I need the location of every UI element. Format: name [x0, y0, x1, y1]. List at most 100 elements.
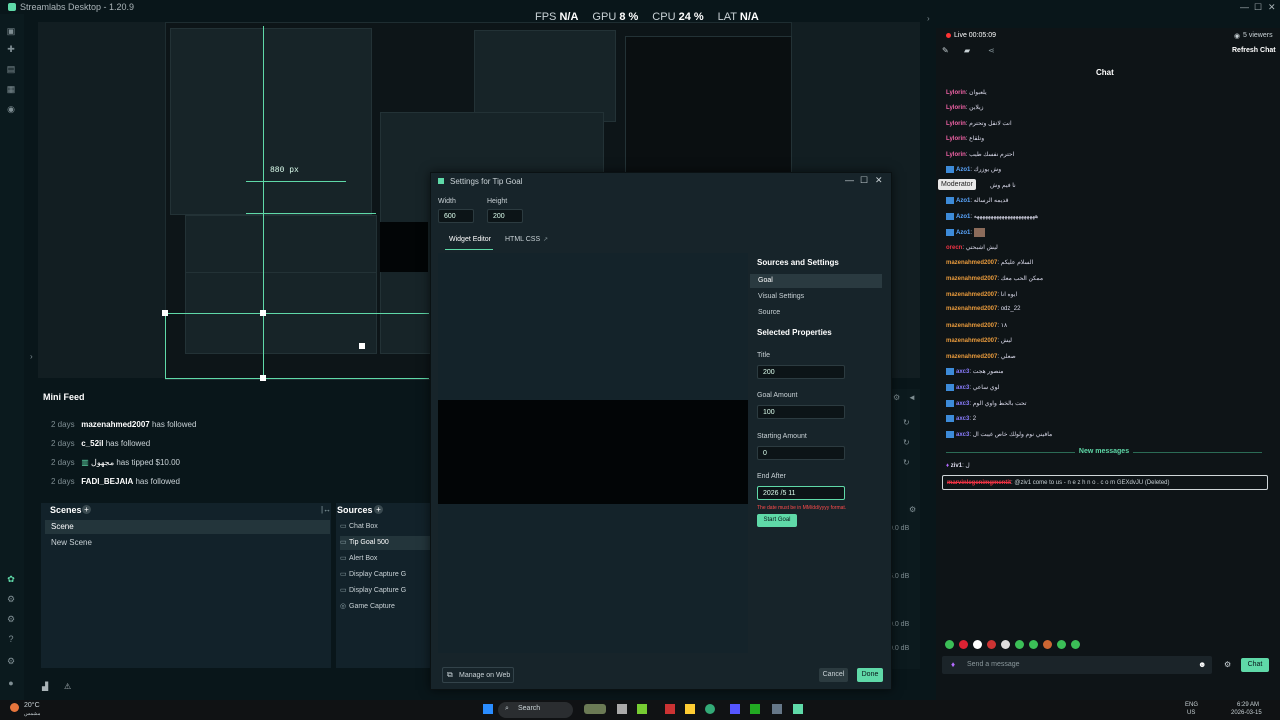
height-input[interactable]: 200 — [487, 209, 523, 223]
moderator-badge-icon[interactable] — [946, 400, 954, 407]
chat-user[interactable]: mazenahmed2007 — [946, 292, 997, 298]
emote-icon[interactable] — [945, 640, 954, 649]
chat-user[interactable]: Azo1 — [956, 167, 970, 173]
moderator-badge-icon[interactable] — [946, 166, 954, 173]
chat-user[interactable]: axc3 — [956, 385, 969, 391]
moderator-badge-icon[interactable] — [946, 197, 954, 204]
mixer-gear-icon[interactable]: ⚙ — [909, 505, 916, 514]
settings-icon[interactable]: ⚙ — [6, 656, 16, 666]
speaker-icon[interactable]: ◄ — [908, 393, 916, 402]
width-input[interactable]: 600 — [438, 209, 474, 223]
language-indicator[interactable]: ENG — [1185, 702, 1198, 708]
resize-handle[interactable] — [260, 310, 266, 316]
end-after-date-field[interactable]: 2026 /5 11 — [757, 486, 845, 500]
resize-handle[interactable] — [260, 375, 266, 381]
editor-icon[interactable]: ▣ — [6, 26, 16, 36]
taskbar-app-icon[interactable] — [772, 704, 782, 714]
chat-user[interactable]: mazenahmed2007 — [946, 276, 997, 282]
chat-settings-icon[interactable]: ⚙ — [1224, 660, 1231, 669]
chat-user[interactable]: Lylorin — [946, 121, 966, 127]
edit-icon[interactable]: ✎ — [942, 46, 949, 55]
collapse-scenes-icon[interactable]: |↔ — [321, 505, 331, 514]
reset-icon[interactable]: ↻ — [903, 458, 910, 467]
record-icon[interactable]: ⚙ — [6, 614, 16, 624]
minimize-button[interactable]: — — [1240, 2, 1249, 12]
clock-time[interactable]: 6:29 AM — [1237, 702, 1259, 708]
reset-icon[interactable]: ↻ — [903, 418, 910, 427]
source-item[interactable]: ▭ Display Capture G — [340, 568, 430, 582]
emote-icon[interactable] — [1071, 640, 1080, 649]
studio-mode-icon[interactable]: ✿ — [6, 574, 16, 584]
source-item[interactable]: ▭ Alert Box — [340, 552, 430, 566]
apps-icon[interactable]: ◉ — [6, 104, 16, 114]
chat-user[interactable]: axc3 — [956, 416, 969, 422]
taskbar-app-icon[interactable] — [584, 704, 606, 714]
maximize-button[interactable]: ☐ — [1254, 2, 1262, 13]
chat-user[interactable]: axc3 — [956, 432, 969, 438]
windows-start-icon[interactable] — [483, 704, 493, 714]
done-button[interactable]: Done — [857, 668, 883, 682]
warning-icon[interactable]: ⚠ — [64, 682, 71, 691]
resize-handle[interactable] — [359, 343, 365, 349]
goal-amount-field[interactable]: 100 — [757, 405, 845, 419]
tab-widget-editor[interactable]: Widget Editor — [449, 236, 491, 243]
chat-user[interactable]: ziv1 — [951, 463, 962, 469]
share-icon[interactable]: ⋖ — [988, 46, 995, 55]
add-scene-icon[interactable]: + — [82, 505, 91, 514]
chat-user[interactable]: Azo1 — [956, 198, 970, 204]
scene-item[interactable]: New Scene — [45, 536, 330, 550]
moderator-badge-icon[interactable] — [946, 384, 954, 391]
dialog-minimize-button[interactable]: — — [845, 175, 854, 185]
taskbar-app-icon[interactable] — [617, 704, 627, 714]
chat-user[interactable]: Lylorin — [946, 90, 966, 96]
chat-user[interactable]: mazenahmed2007 — [946, 354, 997, 360]
layout-icon[interactable]: ▦ — [6, 84, 16, 94]
taskbar-app-icon[interactable] — [705, 704, 715, 714]
moderator-badge-icon[interactable] — [946, 213, 954, 220]
popout-icon[interactable]: ▰ — [964, 46, 970, 55]
dialog-maximize-button[interactable]: ☐ — [860, 175, 868, 186]
emote-icon[interactable] — [1043, 640, 1052, 649]
moderator-badge-icon[interactable] — [946, 368, 954, 375]
emote-icon[interactable] — [1015, 640, 1024, 649]
emote-icon[interactable] — [959, 640, 968, 649]
link-icon[interactable]: ⚙ — [6, 594, 16, 604]
taskbar-app-icon[interactable] — [793, 704, 803, 714]
mixer-settings-icon[interactable]: ⚙ — [893, 393, 900, 402]
starting-amount-field[interactable]: 0 — [757, 446, 845, 460]
chat-user[interactable]: mazenahmed2007 — [946, 323, 997, 329]
reset-icon[interactable]: ↻ — [903, 438, 910, 447]
close-window-button[interactable]: ✕ — [1268, 2, 1276, 13]
chat-user[interactable]: Lylorin — [946, 152, 966, 158]
chat-user[interactable]: mazenahmed2007 — [946, 338, 997, 344]
taskbar-app-icon[interactable] — [637, 704, 647, 714]
stats-icon[interactable]: ▟ — [42, 682, 48, 691]
moderator-badge-icon[interactable] — [946, 415, 954, 422]
tools-icon[interactable]: ✚ — [6, 44, 16, 54]
taskbar-app-icon[interactable] — [685, 704, 695, 714]
chat-user[interactable]: marvinlegenimgmentit — [947, 480, 1011, 486]
chat-user[interactable]: mazenahmed2007 — [946, 306, 997, 312]
chat-user[interactable]: Azo1 — [956, 230, 970, 236]
emote-icon[interactable] — [973, 640, 982, 649]
profile-icon[interactable]: ● — [6, 678, 16, 688]
chat-user[interactable]: orecn — [946, 245, 962, 251]
taskbar-app-icon[interactable] — [730, 704, 740, 714]
emoji-icon[interactable]: ☻ — [1198, 660, 1206, 669]
emote-icon[interactable] — [1029, 640, 1038, 649]
help-icon[interactable]: ? — [6, 634, 16, 644]
chat-user[interactable]: Azo1 — [956, 214, 970, 220]
chat-user[interactable]: Lylorin — [946, 105, 966, 111]
scene-item[interactable]: Scene — [45, 520, 330, 534]
menu-source[interactable]: Source — [750, 306, 882, 320]
taskbar-app-icon[interactable] — [665, 704, 675, 714]
title-field[interactable]: 200 — [757, 365, 845, 379]
tab-html-css[interactable]: HTML CSS — [505, 236, 540, 243]
add-source-icon[interactable]: + — [374, 505, 383, 514]
source-item[interactable]: ▭ Display Capture G — [340, 584, 430, 598]
store-icon[interactable]: ▤ — [6, 64, 16, 74]
moderator-badge-icon[interactable] — [946, 229, 954, 236]
chat-user[interactable]: axc3 — [956, 369, 969, 375]
menu-goal[interactable]: Goal — [750, 274, 882, 288]
moderator-badge-icon[interactable] — [946, 431, 954, 438]
